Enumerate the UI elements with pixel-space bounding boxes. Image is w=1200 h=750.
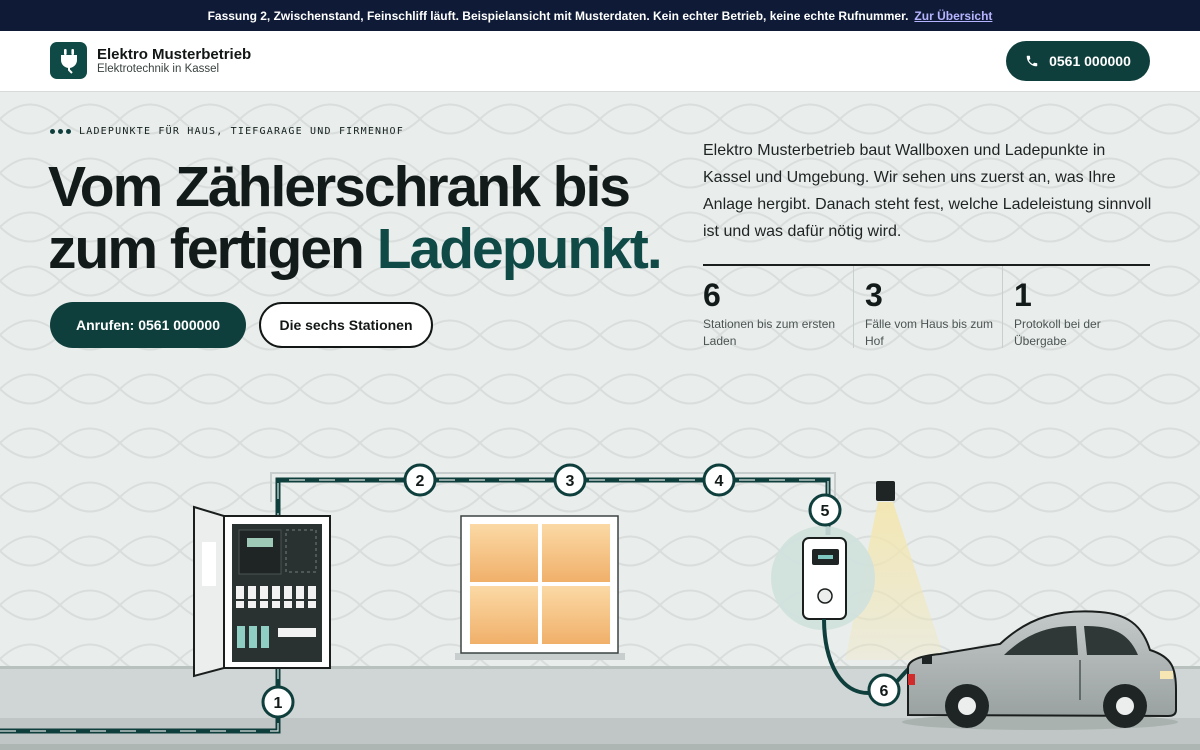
plug-icon: [60, 48, 77, 74]
overview-link[interactable]: Zur Übersicht: [914, 9, 992, 23]
meter-cabinet: [193, 505, 331, 678]
station-marker-5: 5: [808, 493, 842, 527]
brand-subtitle: Elektrotechnik in Kassel: [97, 63, 220, 75]
station-marker-6: 6: [867, 673, 901, 707]
notice-text: Fassung 2, Zwischenstand, Feinschliff lä…: [207, 8, 909, 23]
svg-text:1: 1: [274, 695, 283, 712]
installation-illustration: 1 2 3 4 5 6: [0, 463, 1200, 750]
header-phone-button[interactable]: 0561 000000: [1006, 41, 1150, 81]
station-marker-1: 1: [261, 685, 295, 719]
svg-text:5: 5: [821, 503, 830, 520]
station-marker-3: 3: [553, 463, 587, 497]
logo[interactable]: [50, 42, 87, 79]
svg-text:4: 4: [715, 473, 724, 490]
notice-bar: Fassung 2, Zwischenstand, Feinschliff lä…: [0, 0, 1200, 31]
svg-text:2: 2: [416, 473, 425, 490]
header-phone-number: 0561 000000: [1049, 53, 1131, 69]
station-marker-4: 4: [702, 463, 736, 497]
phone-icon: [1026, 55, 1038, 67]
station-marker-2: 2: [403, 463, 437, 497]
site-header: Elektro Musterbetrieb Elektrotechnik in …: [0, 31, 1200, 92]
svg-text:6: 6: [880, 683, 889, 700]
hero-section: LADEPUNKTE FÜR HAUS, TIEFGARAGE UND FIRM…: [0, 92, 1200, 750]
brand-name[interactable]: Elektro Musterbetrieb: [97, 46, 251, 63]
car: [902, 610, 1178, 730]
window: [455, 515, 625, 660]
svg-text:3: 3: [566, 473, 575, 490]
